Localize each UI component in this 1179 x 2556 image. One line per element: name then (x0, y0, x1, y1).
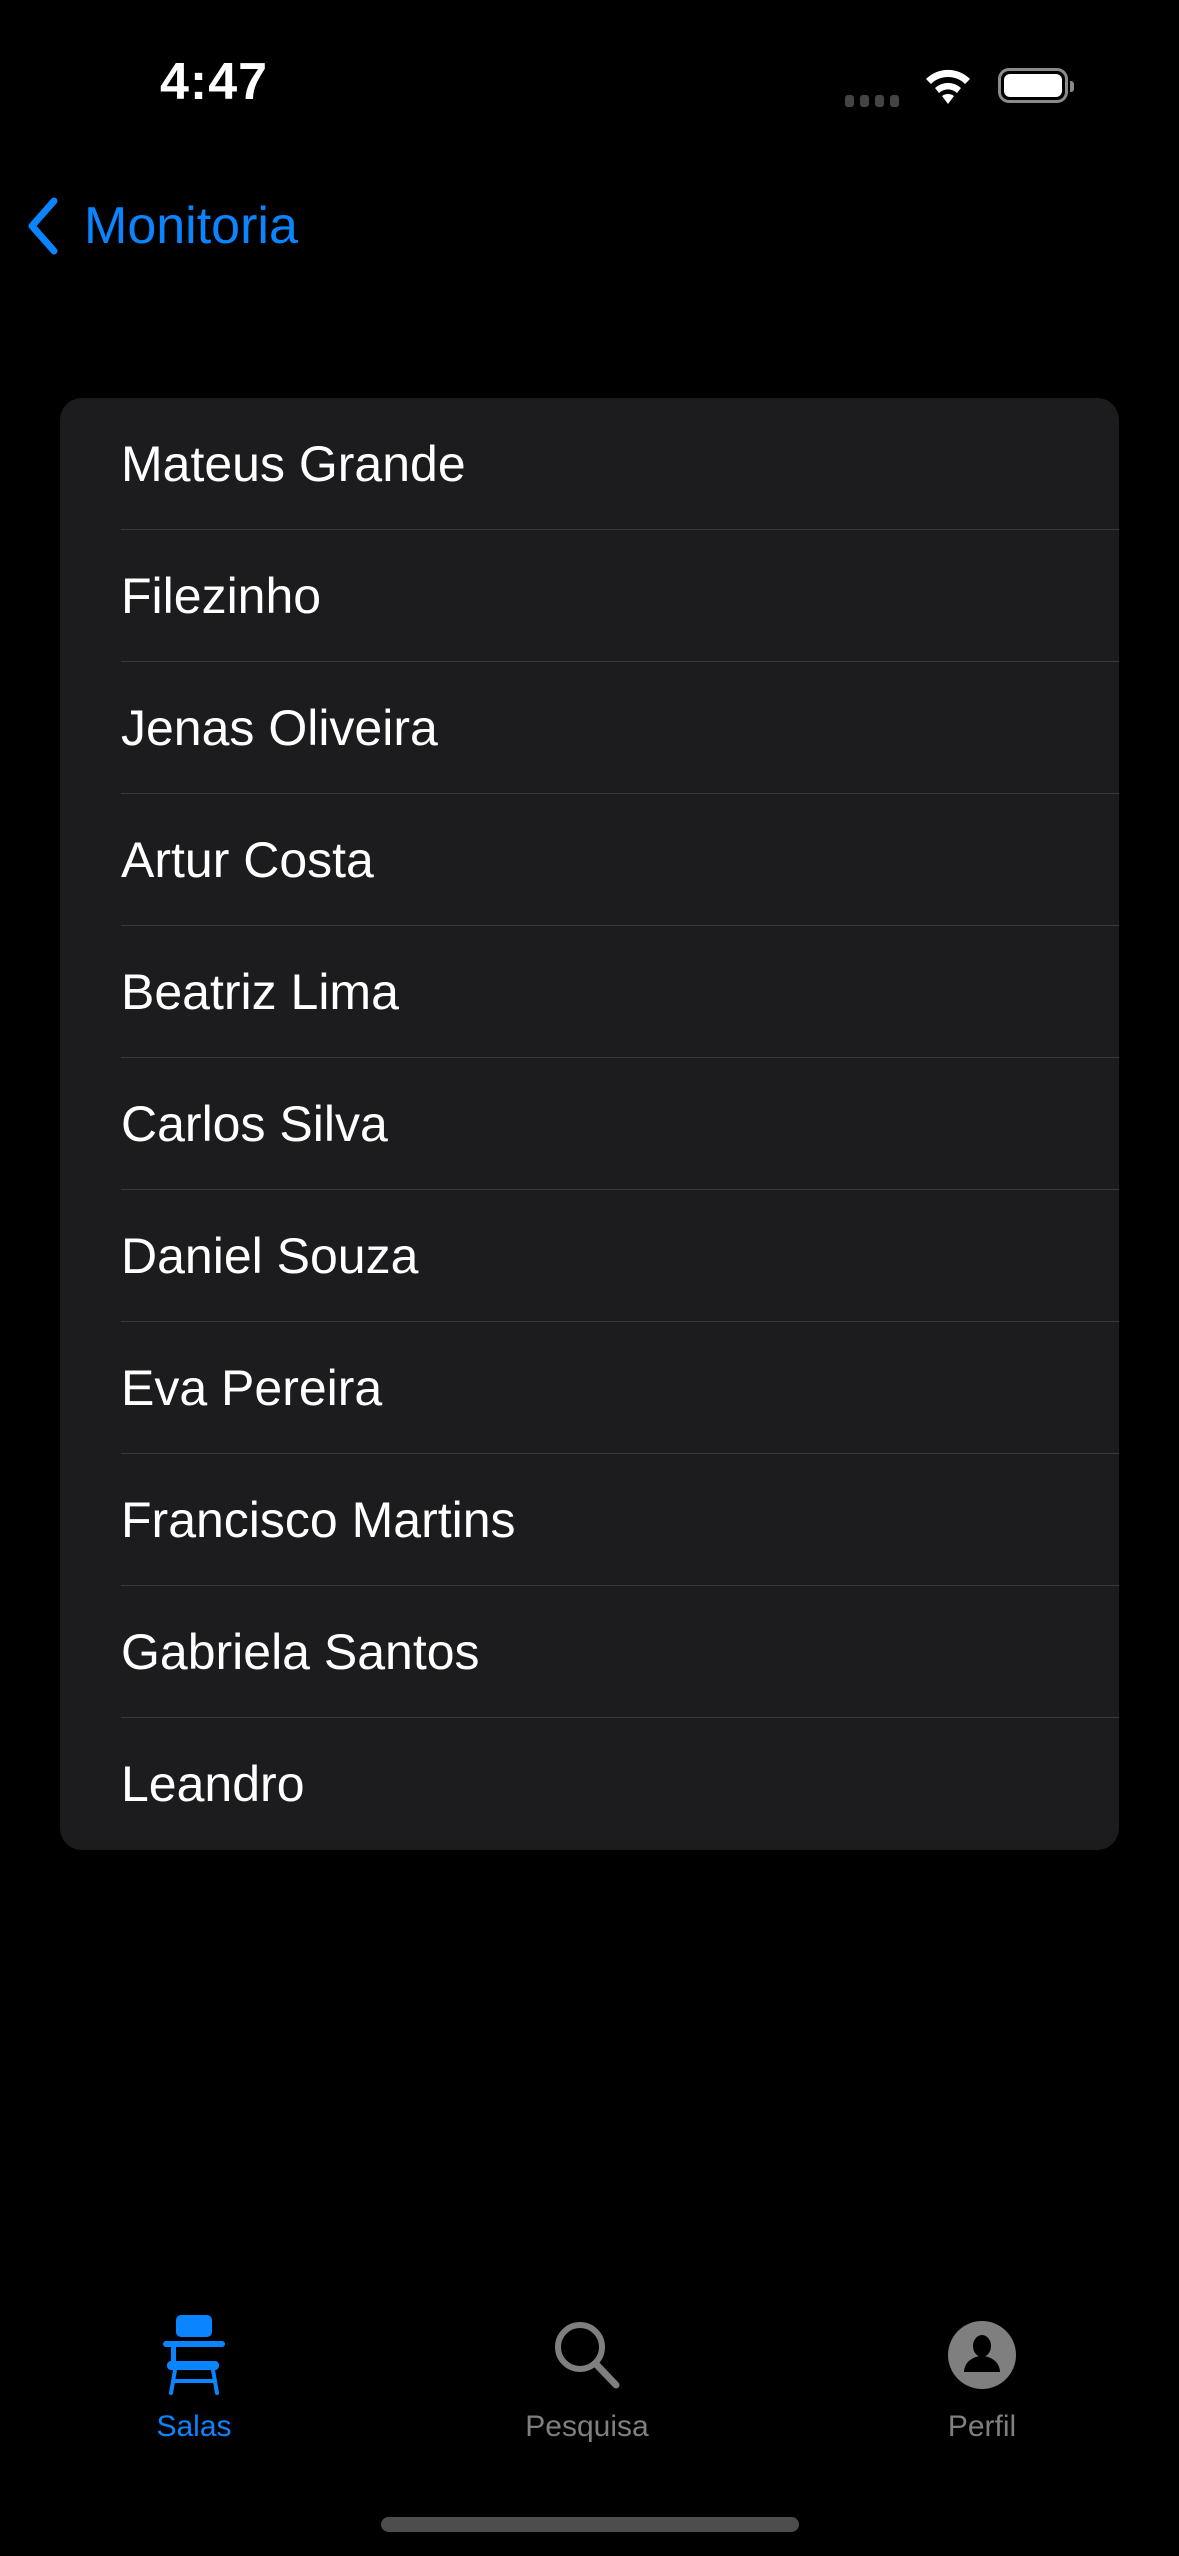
tab-bar: Salas Pesquisa Perfil (0, 2310, 1179, 2460)
list-item[interactable]: Carlos Silva (60, 1058, 1119, 1190)
chevron-left-icon (28, 197, 58, 255)
tab-label: Pesquisa (525, 2410, 649, 2443)
status-time: 4:47 (160, 53, 269, 111)
battery-icon (998, 68, 1074, 103)
tab-perfil[interactable]: Perfil (862, 2310, 1102, 2444)
back-label: Monitoria (84, 197, 298, 255)
list-item[interactable]: Daniel Souza (60, 1190, 1119, 1322)
list-item[interactable]: Mateus Grande (60, 398, 1119, 530)
tab-salas[interactable]: Salas (74, 2310, 314, 2444)
search-icon (555, 2322, 620, 2389)
home-indicator[interactable] (381, 2517, 799, 2532)
list-item[interactable]: Artur Costa (60, 794, 1119, 926)
student-list: Mateus Grande Filezinho Jenas Oliveira A… (60, 398, 1119, 1850)
list-item[interactable]: Francisco Martins (60, 1454, 1119, 1586)
wifi-icon (926, 69, 970, 104)
list-item[interactable]: Jenas Oliveira (60, 662, 1119, 794)
list-item[interactable]: Filezinho (60, 530, 1119, 662)
list-item[interactable]: Gabriela Santos (60, 1586, 1119, 1718)
desk-chair-icon (163, 2315, 225, 2395)
tab-label: Perfil (947, 2410, 1017, 2443)
person-circle-icon (948, 2321, 1016, 2389)
tab-label: Salas (156, 2410, 232, 2443)
list-item[interactable]: Eva Pereira (60, 1322, 1119, 1454)
tab-pesquisa[interactable]: Pesquisa (467, 2310, 707, 2444)
cellular-signal-icon (845, 95, 899, 107)
back-button[interactable]: Monitoria (26, 196, 298, 256)
list-item[interactable]: Beatriz Lima (60, 926, 1119, 1058)
list-item[interactable]: Leandro (60, 1718, 1119, 1850)
